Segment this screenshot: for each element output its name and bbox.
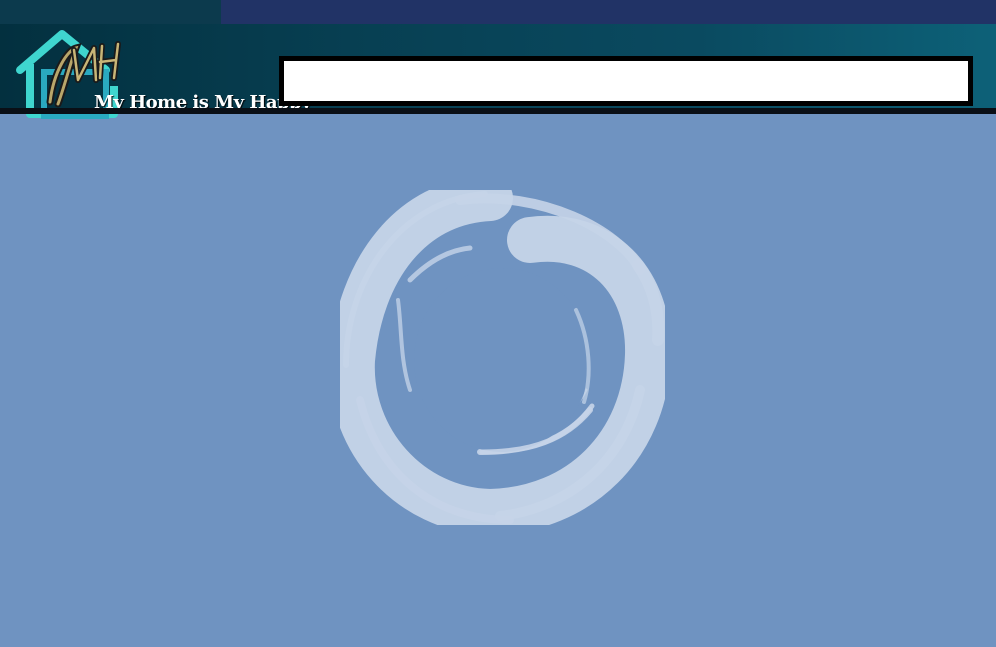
search-input[interactable] bbox=[284, 61, 968, 101]
top-strip-left bbox=[0, 0, 221, 24]
header-divider bbox=[0, 108, 996, 114]
house-icon bbox=[16, 30, 121, 119]
site-logo[interactable]: My Home is My Happy bbox=[14, 30, 312, 130]
search-box bbox=[279, 56, 973, 106]
brush-circle-spinner-icon bbox=[328, 175, 672, 536]
site-header: My Home is My Happy bbox=[0, 24, 996, 119]
loading-spinner bbox=[328, 175, 672, 536]
